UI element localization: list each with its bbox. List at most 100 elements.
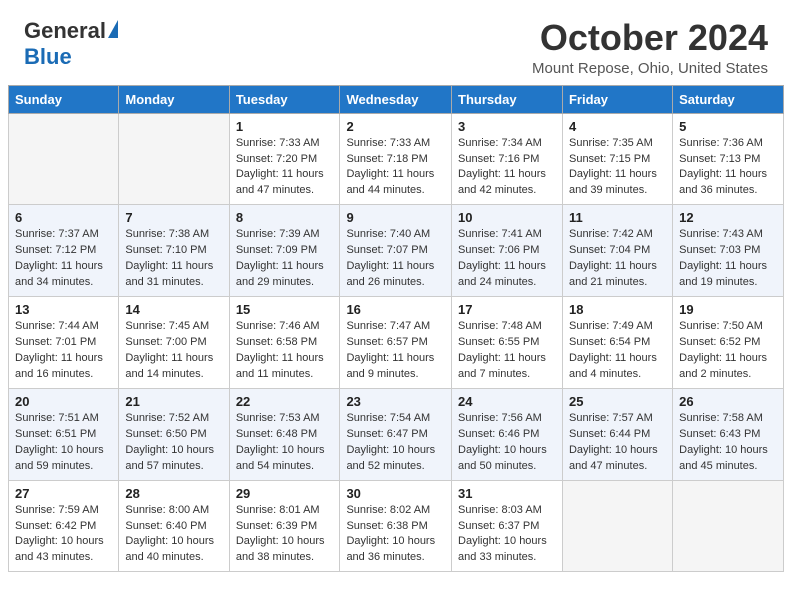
day-cell: 12 Sunrise: 7:43 AMSunset: 7:03 PMDayligh…: [673, 205, 784, 297]
day-info: Sunrise: 7:42 AMSunset: 7:04 PMDaylight:…: [569, 227, 666, 291]
day-cell: 27 Sunrise: 7:59 AMSunset: 6:42 PMDayligh…: [9, 480, 119, 572]
week-row-2: 6 Sunrise: 7:37 AMSunset: 7:12 PMDaylight…: [9, 205, 784, 297]
day-info: Sunrise: 7:57 AMSunset: 6:44 PMDaylight:…: [569, 411, 666, 475]
day-cell: 8Sunrise: 7:39 AMSunset: 7:09 PMDaylight…: [229, 205, 340, 297]
day-cell: 10Sunrise: 7:41 AMSunset: 7:06 PMDayligh…: [452, 205, 563, 297]
day-cell: 29Sunrise: 8:01 AMSunset: 6:39 PMDayligh…: [229, 480, 340, 572]
day-number: 21: [125, 394, 222, 409]
day-cell: 23Sunrise: 7:54 AMSunset: 6:47 PMDayligh…: [340, 388, 452, 480]
day-info: Sunrise: 7:56 AMSunset: 6:46 PMDaylight:…: [458, 411, 556, 475]
day-cell: 19 Sunrise: 7:50 AMSunset: 6:52 PMDayligh…: [673, 297, 784, 389]
day-info: Sunrise: 7:36 AMSunset: 7:13 PMDaylight:…: [679, 136, 777, 200]
day-info: Sunrise: 7:37 AMSunset: 7:12 PMDaylight:…: [15, 227, 112, 291]
day-cell: 6 Sunrise: 7:37 AMSunset: 7:12 PMDaylight…: [9, 205, 119, 297]
day-number: 7: [125, 210, 222, 225]
day-number: 13: [15, 302, 112, 317]
month-title: October 2024: [532, 18, 768, 58]
day-info: Sunrise: 7:49 AMSunset: 6:54 PMDaylight:…: [569, 319, 666, 383]
logo: General Blue: [24, 18, 118, 70]
day-cell: 31Sunrise: 8:03 AMSunset: 6:37 PMDayligh…: [452, 480, 563, 572]
day-cell: [562, 480, 672, 572]
day-cell: 24Sunrise: 7:56 AMSunset: 6:46 PMDayligh…: [452, 388, 563, 480]
day-number: 28: [125, 486, 222, 501]
day-cell: 3 Sunrise: 7:34 AMSunset: 7:16 PMDaylight…: [452, 113, 563, 205]
day-cell: 13 Sunrise: 7:44 AMSunset: 7:01 PMDayligh…: [9, 297, 119, 389]
col-header-sunday: Sunday: [9, 85, 119, 113]
day-number: 10: [458, 210, 556, 225]
location-title: Mount Repose, Ohio, United States: [532, 60, 768, 77]
day-number: 29: [236, 486, 334, 501]
day-info: Sunrise: 7:39 AMSunset: 7:09 PMDaylight:…: [236, 227, 334, 291]
day-number: 6: [15, 210, 112, 225]
col-header-friday: Friday: [562, 85, 672, 113]
calendar-body: 1Sunrise: 7:33 AMSunset: 7:20 PMDaylight…: [9, 113, 784, 572]
day-info: Sunrise: 7:50 AMSunset: 6:52 PMDaylight:…: [679, 319, 777, 383]
day-cell: 28 Sunrise: 8:00 AMSunset: 6:40 PMDayligh…: [119, 480, 229, 572]
day-info: Sunrise: 8:00 AMSunset: 6:40 PMDaylight:…: [125, 503, 222, 567]
day-number: 25: [569, 394, 666, 409]
day-info: Sunrise: 7:43 AMSunset: 7:03 PMDaylight:…: [679, 227, 777, 291]
day-number: 20: [15, 394, 112, 409]
day-info: Sunrise: 7:51 AMSunset: 6:51 PMDaylight:…: [15, 411, 112, 475]
title-block: October 2024 Mount Repose, Ohio, United …: [532, 18, 768, 77]
day-number: 3: [458, 119, 556, 134]
day-info: Sunrise: 7:58 AMSunset: 6:43 PMDaylight:…: [679, 411, 777, 475]
day-cell: 5 Sunrise: 7:36 AMSunset: 7:13 PMDaylight…: [673, 113, 784, 205]
col-header-monday: Monday: [119, 85, 229, 113]
day-number: 18: [569, 302, 666, 317]
week-row-4: 20 Sunrise: 7:51 AMSunset: 6:51 PMDayligh…: [9, 388, 784, 480]
day-info: Sunrise: 8:02 AMSunset: 6:38 PMDaylight:…: [346, 503, 445, 567]
day-number: 4: [569, 119, 666, 134]
day-number: 9: [346, 210, 445, 225]
day-info: Sunrise: 7:52 AMSunset: 6:50 PMDaylight:…: [125, 411, 222, 475]
logo-triangle-icon: [108, 20, 118, 38]
week-row-3: 13 Sunrise: 7:44 AMSunset: 7:01 PMDayligh…: [9, 297, 784, 389]
logo-general: General: [24, 18, 106, 44]
calendar-outer: SundayMondayTuesdayWednesdayThursdayFrid…: [0, 85, 792, 581]
day-info: Sunrise: 7:38 AMSunset: 7:10 PMDaylight:…: [125, 227, 222, 291]
day-cell: 26 Sunrise: 7:58 AMSunset: 6:43 PMDayligh…: [673, 388, 784, 480]
day-number: 16: [346, 302, 445, 317]
day-info: Sunrise: 7:53 AMSunset: 6:48 PMDaylight:…: [236, 411, 334, 475]
day-cell: 25 Sunrise: 7:57 AMSunset: 6:44 PMDayligh…: [562, 388, 672, 480]
day-cell: 17 Sunrise: 7:48 AMSunset: 6:55 PMDayligh…: [452, 297, 563, 389]
col-header-tuesday: Tuesday: [229, 85, 340, 113]
day-number: 19: [679, 302, 777, 317]
day-cell: 4 Sunrise: 7:35 AMSunset: 7:15 PMDaylight…: [562, 113, 672, 205]
week-row-5: 27 Sunrise: 7:59 AMSunset: 6:42 PMDayligh…: [9, 480, 784, 572]
day-info: Sunrise: 7:48 AMSunset: 6:55 PMDaylight:…: [458, 319, 556, 383]
day-info: Sunrise: 7:33 AMSunset: 7:18 PMDaylight:…: [346, 136, 445, 200]
day-number: 14: [125, 302, 222, 317]
day-cell: 15Sunrise: 7:46 AMSunset: 6:58 PMDayligh…: [229, 297, 340, 389]
day-cell: 7 Sunrise: 7:38 AMSunset: 7:10 PMDaylight…: [119, 205, 229, 297]
day-cell: 14Sunrise: 7:45 AMSunset: 7:00 PMDayligh…: [119, 297, 229, 389]
day-info: Sunrise: 7:33 AMSunset: 7:20 PMDaylight:…: [236, 136, 334, 200]
day-number: 27: [15, 486, 112, 501]
day-cell: 11 Sunrise: 7:42 AMSunset: 7:04 PMDayligh…: [562, 205, 672, 297]
day-number: 11: [569, 210, 666, 225]
day-cell: [9, 113, 119, 205]
col-header-wednesday: Wednesday: [340, 85, 452, 113]
day-number: 15: [236, 302, 334, 317]
day-cell: 22Sunrise: 7:53 AMSunset: 6:48 PMDayligh…: [229, 388, 340, 480]
day-number: 2: [346, 119, 445, 134]
day-info: Sunrise: 7:47 AMSunset: 6:57 PMDaylight:…: [346, 319, 445, 383]
day-number: 5: [679, 119, 777, 134]
day-cell: 9Sunrise: 7:40 AMSunset: 7:07 PMDaylight…: [340, 205, 452, 297]
day-cell: 1Sunrise: 7:33 AMSunset: 7:20 PMDaylight…: [229, 113, 340, 205]
day-info: Sunrise: 7:35 AMSunset: 7:15 PMDaylight:…: [569, 136, 666, 200]
day-info: Sunrise: 7:44 AMSunset: 7:01 PMDaylight:…: [15, 319, 112, 383]
calendar-table: SundayMondayTuesdayWednesdayThursdayFrid…: [8, 85, 784, 573]
day-number: 26: [679, 394, 777, 409]
day-number: 17: [458, 302, 556, 317]
day-number: 12: [679, 210, 777, 225]
logo-blue: Blue: [24, 44, 72, 70]
day-cell: [119, 113, 229, 205]
day-number: 30: [346, 486, 445, 501]
day-cell: 2 Sunrise: 7:33 AMSunset: 7:18 PMDaylight…: [340, 113, 452, 205]
calendar-header: SundayMondayTuesdayWednesdayThursdayFrid…: [9, 85, 784, 113]
day-info: Sunrise: 7:34 AMSunset: 7:16 PMDaylight:…: [458, 136, 556, 200]
day-cell: 21 Sunrise: 7:52 AMSunset: 6:50 PMDayligh…: [119, 388, 229, 480]
day-cell: [673, 480, 784, 572]
day-info: Sunrise: 7:59 AMSunset: 6:42 PMDaylight:…: [15, 503, 112, 567]
